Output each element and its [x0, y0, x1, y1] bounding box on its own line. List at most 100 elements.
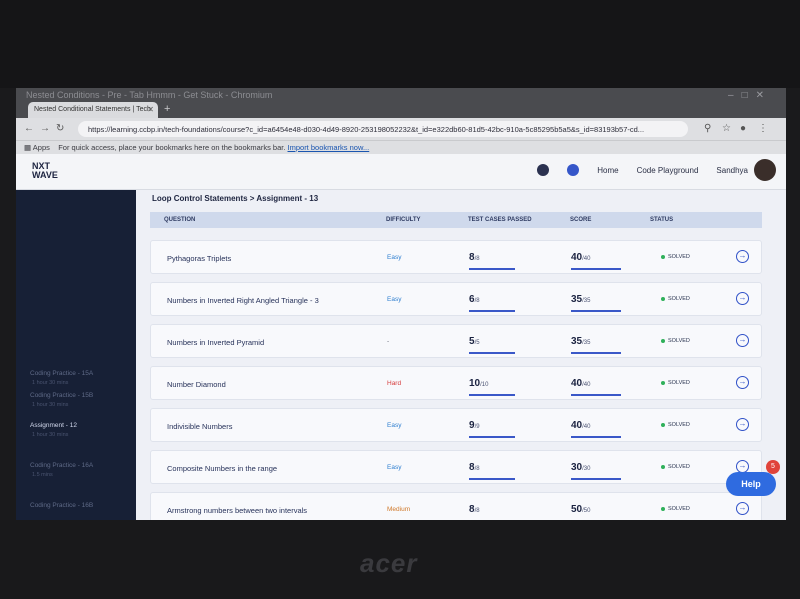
avatar[interactable]: [754, 159, 776, 181]
test-cases-cell: 8/8: [469, 499, 515, 520]
reload-icon[interactable]: ↻: [56, 123, 64, 134]
zoom-icon[interactable]: ⚲: [704, 123, 711, 134]
import-bookmarks-link[interactable]: Import bookmarks now...: [288, 143, 370, 152]
back-icon[interactable]: ←: [24, 123, 34, 134]
acer-logo: acer: [360, 548, 418, 578]
notification-icon[interactable]: [567, 164, 580, 176]
forward-icon[interactable]: →: [40, 123, 50, 134]
score-value: 40: [571, 420, 583, 431]
open-arrow-icon[interactable]: →: [736, 418, 749, 431]
status-dot-icon: [661, 422, 665, 427]
sidebar-item-practice-16a[interactable]: Coding Practice - 16A: [30, 462, 93, 469]
help-button[interactable]: Help: [726, 472, 776, 496]
score-progress-bar: [571, 478, 621, 480]
open-arrow-icon[interactable]: →: [736, 292, 749, 305]
nav-home[interactable]: Home: [597, 166, 618, 175]
bookmarks-bar: ▦ Apps For quick access, place your book…: [16, 140, 786, 154]
bookmarks-hint: For quick access, place your bookmarks h…: [58, 143, 286, 152]
difficulty-label: -: [387, 338, 390, 345]
difficulty-label: Medium: [387, 506, 411, 513]
col-score: SCORE: [570, 217, 592, 223]
table-row[interactable]: Numbers in Inverted Pyramid - 5/5 35/35 SOLV…: [150, 324, 762, 358]
tests-total: /9: [474, 424, 480, 430]
table-row[interactable]: Number Diamond Hard 10/10 40/40 SOLVED →: [150, 366, 762, 400]
tab-strip: Nested Conditions - Pre - Tab Hmmm - Get…: [16, 88, 786, 118]
status-badge: SOLVED: [661, 254, 690, 260]
score-value: 40: [571, 252, 583, 263]
sidebar-item-practice-15a[interactable]: Coding Practice - 15A: [30, 370, 93, 377]
score-total: /35: [582, 298, 591, 304]
table-row[interactable]: Numbers in Inverted Right Angled Triangl…: [150, 282, 762, 316]
logo-line2: WAVE: [32, 170, 58, 180]
score-value: 30: [571, 462, 583, 473]
star-icon[interactable]: ☆: [722, 123, 731, 134]
col-question: QUESTION: [164, 217, 196, 223]
score-value: 50: [571, 504, 583, 515]
browser-tab[interactable]: Nested Conditional Statements | Tech ✕: [28, 102, 158, 118]
question-title[interactable]: Composite Numbers in the range: [167, 464, 277, 473]
status-dot-icon: [661, 506, 665, 511]
sidebar-item-sub: 1.5 mins: [32, 472, 53, 478]
difficulty-label: Hard: [387, 380, 402, 387]
main-content: Loop Control Statements > Assignment - 1…: [136, 190, 786, 520]
open-arrow-icon[interactable]: →: [736, 502, 749, 515]
question-title[interactable]: Numbers in Inverted Right Angled Triangl…: [167, 296, 319, 305]
logo[interactable]: NXT WAVE: [32, 162, 58, 180]
window-title: Nested Conditions - Pre - Tab Hmmm - Get…: [26, 90, 273, 100]
open-arrow-icon[interactable]: →: [736, 376, 749, 389]
header-nav: Home Code Playground Sandhya: [537, 164, 748, 176]
new-tab-icon[interactable]: +: [164, 103, 170, 115]
question-title[interactable]: Armstrong numbers between two intervals: [167, 506, 307, 515]
status-badge: SOLVED: [661, 464, 690, 470]
status-text: SOLVED: [668, 296, 690, 302]
tab-close-icon[interactable]: ✕: [147, 105, 154, 114]
app-header: NXT WAVE Home Code Playground Sandhya: [16, 154, 786, 190]
streak-icon[interactable]: [537, 164, 550, 176]
sidebar-item-sub: 1 hour 30 mins: [32, 402, 69, 408]
url-input[interactable]: https://learning.ccbp.in/tech-foundation…: [78, 121, 688, 137]
status-dot-icon: [661, 464, 665, 469]
sidebar-item-sub: 1 hour 30 mins: [32, 432, 69, 438]
profile-icon[interactable]: ●: [740, 123, 746, 134]
nav-code-playground[interactable]: Code Playground: [637, 166, 699, 175]
status-text: SOLVED: [668, 338, 690, 344]
score-cell: 50/50: [571, 499, 621, 520]
apps-icon[interactable]: ▦: [24, 143, 33, 152]
sidebar-item-assignment-12[interactable]: Assignment - 12: [30, 422, 77, 429]
difficulty-label: Easy: [387, 254, 402, 261]
tests-total: /8: [474, 256, 480, 262]
question-title[interactable]: Numbers in Inverted Pyramid: [167, 338, 264, 347]
photo-frame: Nested Conditions - Pre - Tab Hmmm - Get…: [0, 0, 800, 599]
apps-label[interactable]: Apps: [33, 143, 50, 152]
score-cell: 30/30: [571, 457, 621, 480]
tests-progress-bar: [469, 478, 515, 480]
test-cases-cell: 10/10: [469, 373, 515, 396]
monitor-bezel-top: [0, 0, 800, 88]
open-arrow-icon[interactable]: →: [736, 250, 749, 263]
tests-progress-bar: [469, 352, 515, 354]
table-row[interactable]: Indivisible Numbers Easy 9/9 40/40 SOLVED →: [150, 408, 762, 442]
window-controls[interactable]: –□✕: [728, 90, 772, 101]
score-cell: 40/40: [571, 247, 621, 270]
menu-icon[interactable]: ⋮: [758, 123, 768, 134]
table-row[interactable]: Pythagoras Triplets Easy 8/8 40/40 SOLVED →: [150, 240, 762, 274]
score-progress-bar: [571, 310, 621, 312]
user-name[interactable]: Sandhya: [716, 166, 748, 175]
sidebar-item-practice-15b[interactable]: Coding Practice - 15B: [30, 392, 93, 399]
status-badge: SOLVED: [661, 422, 690, 428]
status-text: SOLVED: [668, 506, 690, 512]
table-row[interactable]: Composite Numbers in the range Easy 8/8 30/…: [150, 450, 762, 484]
test-cases-cell: 6/8: [469, 289, 515, 312]
score-total: /35: [582, 340, 591, 346]
question-title[interactable]: Indivisible Numbers: [167, 422, 232, 431]
sidebar-item-sub: 1 hour 30 mins: [32, 380, 69, 386]
sidebar-item-practice-16b[interactable]: Coding Practice - 16B: [30, 502, 93, 509]
tests-total: /5: [474, 340, 480, 346]
table-row[interactable]: Armstrong numbers between two intervals M…: [150, 492, 762, 520]
score-value: 35: [571, 294, 583, 305]
open-arrow-icon[interactable]: →: [736, 334, 749, 347]
question-title[interactable]: Pythagoras Triplets: [167, 254, 231, 263]
status-badge: SOLVED: [661, 506, 690, 512]
difficulty-label: Easy: [387, 422, 402, 429]
question-title[interactable]: Number Diamond: [167, 380, 226, 389]
